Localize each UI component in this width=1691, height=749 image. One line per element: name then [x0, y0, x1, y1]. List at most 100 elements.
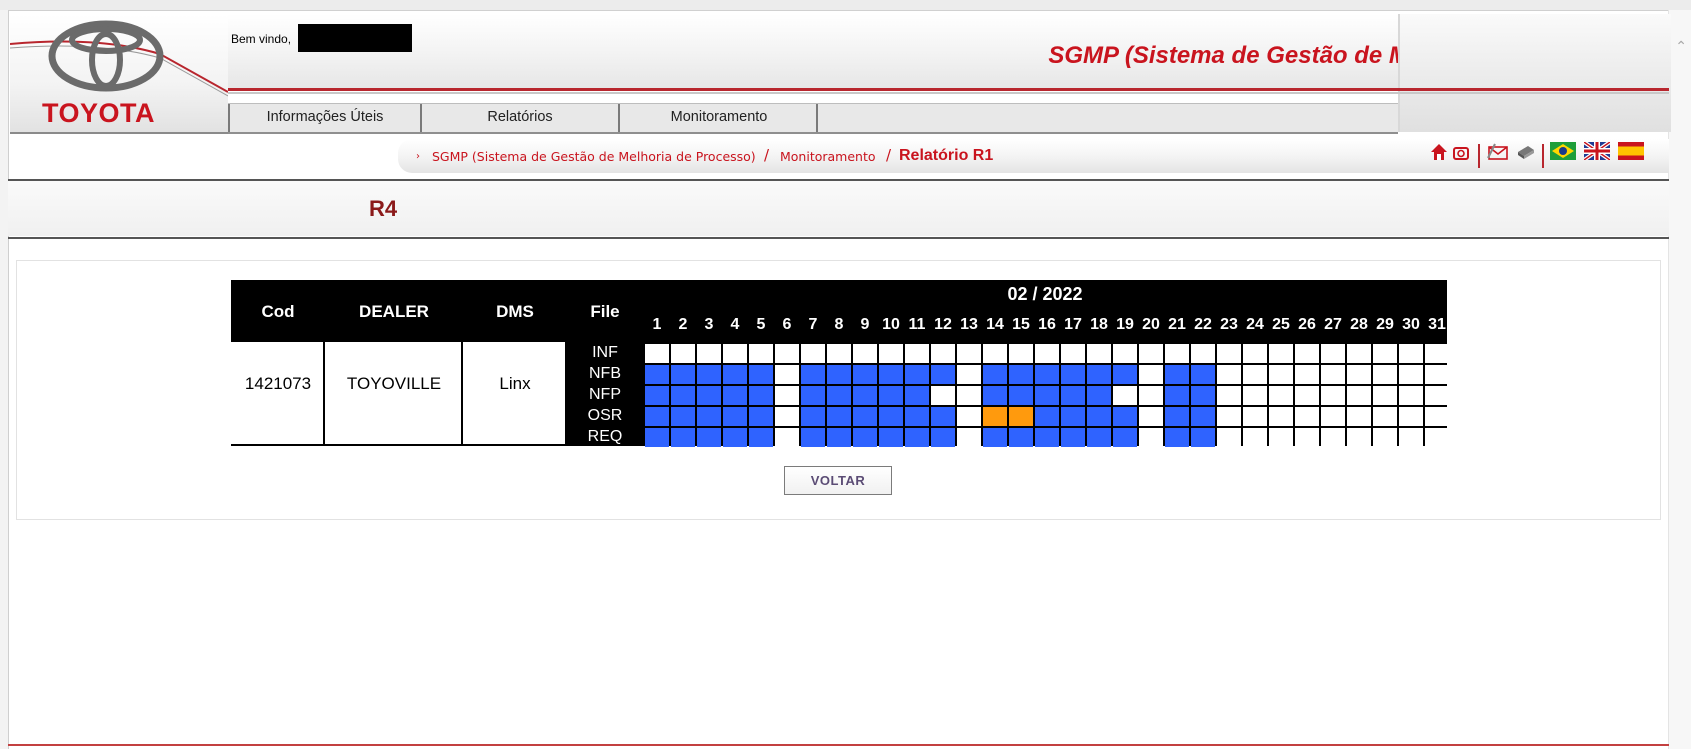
day-label: 24	[1246, 316, 1264, 333]
status-cell	[1269, 365, 1293, 384]
status-cell	[1139, 428, 1163, 447]
status-cell	[1373, 386, 1397, 405]
status-cell	[879, 344, 903, 363]
status-cell	[827, 428, 851, 447]
status-cell	[1009, 344, 1033, 363]
menu-relatorios[interactable]: Relatórios	[420, 104, 618, 132]
status-cell	[1321, 407, 1345, 426]
status-cell	[1399, 365, 1423, 384]
status-cell	[1217, 344, 1241, 363]
status-cell	[1399, 428, 1423, 447]
day-label: 20	[1142, 316, 1160, 333]
flag-spain-icon[interactable]	[1618, 142, 1644, 164]
day-label: 13	[960, 316, 978, 333]
status-cell	[1035, 365, 1059, 384]
status-cell	[775, 407, 799, 426]
day-label: 19	[1116, 316, 1134, 333]
mail-icon[interactable]	[1486, 142, 1508, 164]
header-cod: Cod	[261, 302, 295, 321]
status-cell	[1373, 407, 1397, 426]
breadcrumb-current: Relatório R1	[899, 147, 994, 164]
status-cell	[645, 365, 669, 384]
status-cell	[671, 386, 695, 405]
voltar-button[interactable]: VOLTAR	[784, 466, 892, 495]
status-cell	[723, 386, 747, 405]
header-divider	[228, 88, 1669, 91]
printer-icon[interactable]	[1514, 142, 1536, 164]
status-cell	[1373, 344, 1397, 363]
status-cell	[1139, 344, 1163, 363]
status-cell	[827, 344, 851, 363]
status-cell	[905, 428, 929, 447]
day-label: 7	[808, 316, 818, 333]
status-cell	[1347, 365, 1371, 384]
status-cell	[1087, 365, 1111, 384]
day-label: 8	[834, 316, 844, 333]
breadcrumb-link-monitoramento[interactable]: Monitoramento	[780, 149, 876, 164]
status-cell	[1165, 386, 1189, 405]
breadcrumb-arrow-icon: ›	[416, 151, 420, 162]
day-label: 21	[1168, 316, 1186, 333]
status-cell	[1295, 407, 1319, 426]
file-label: REQ	[587, 428, 623, 445]
day-label: 14	[986, 316, 1004, 333]
day-label: 16	[1038, 316, 1056, 333]
status-cell	[1243, 344, 1267, 363]
status-cell	[827, 407, 851, 426]
status-cell	[983, 407, 1007, 426]
status-cell	[905, 407, 929, 426]
status-cell	[1321, 344, 1345, 363]
flag-brazil-icon[interactable]	[1550, 142, 1576, 164]
status-cell	[853, 386, 877, 405]
status-cell	[983, 428, 1007, 447]
status-cell	[775, 428, 799, 447]
status-cell	[853, 344, 877, 363]
header-dms: DMS	[496, 302, 534, 321]
status-cell	[1191, 428, 1215, 447]
menu-monitoramento[interactable]: Monitoramento	[618, 104, 818, 132]
scroll-up-icon[interactable]: ⌃	[1675, 38, 1687, 55]
status-cell	[1425, 344, 1449, 363]
menu-informacoes-uteis[interactable]: Informações Úteis	[228, 104, 420, 132]
status-cell	[1399, 407, 1423, 426]
status-cell	[1113, 428, 1137, 447]
breadcrumb-link-sgmp[interactable]: SGMP (Sistema de Gestão de Melhoria de P…	[432, 149, 756, 164]
status-cell	[801, 365, 825, 384]
status-cell	[801, 428, 825, 447]
status-cell	[775, 344, 799, 363]
status-cell	[1113, 365, 1137, 384]
day-label: 9	[860, 316, 870, 333]
status-cell	[1399, 386, 1423, 405]
home-icon[interactable]	[1428, 142, 1450, 164]
status-cell	[905, 344, 929, 363]
window-left-frame	[0, 10, 9, 749]
status-cell	[827, 365, 851, 384]
status-cell	[1113, 407, 1137, 426]
status-cell	[983, 386, 1007, 405]
cell-dms: Linx	[499, 374, 531, 393]
status-cell	[853, 365, 877, 384]
section-divider-bottom	[8, 237, 1669, 239]
status-cell	[1295, 428, 1319, 447]
status-cell	[1347, 407, 1371, 426]
status-cell	[879, 386, 903, 405]
page-bottom-line	[8, 744, 1669, 746]
status-cell	[1347, 344, 1371, 363]
status-cell	[931, 407, 955, 426]
status-cell	[801, 407, 825, 426]
day-label: 3	[704, 316, 714, 333]
vertical-scrollbar[interactable]: ⌃	[1668, 10, 1691, 749]
status-cell	[1243, 365, 1267, 384]
flag-uk-icon[interactable]	[1582, 140, 1612, 164]
status-cell	[697, 407, 721, 426]
status-cell	[1165, 428, 1189, 447]
camera-icon[interactable]	[1450, 142, 1472, 164]
status-cell	[1087, 407, 1111, 426]
status-cell	[723, 344, 747, 363]
status-cell	[1087, 344, 1111, 363]
status-cell	[1425, 428, 1449, 447]
status-cell	[671, 407, 695, 426]
status-cell	[905, 365, 929, 384]
header-decoration	[1398, 14, 1671, 132]
status-cell	[931, 365, 955, 384]
